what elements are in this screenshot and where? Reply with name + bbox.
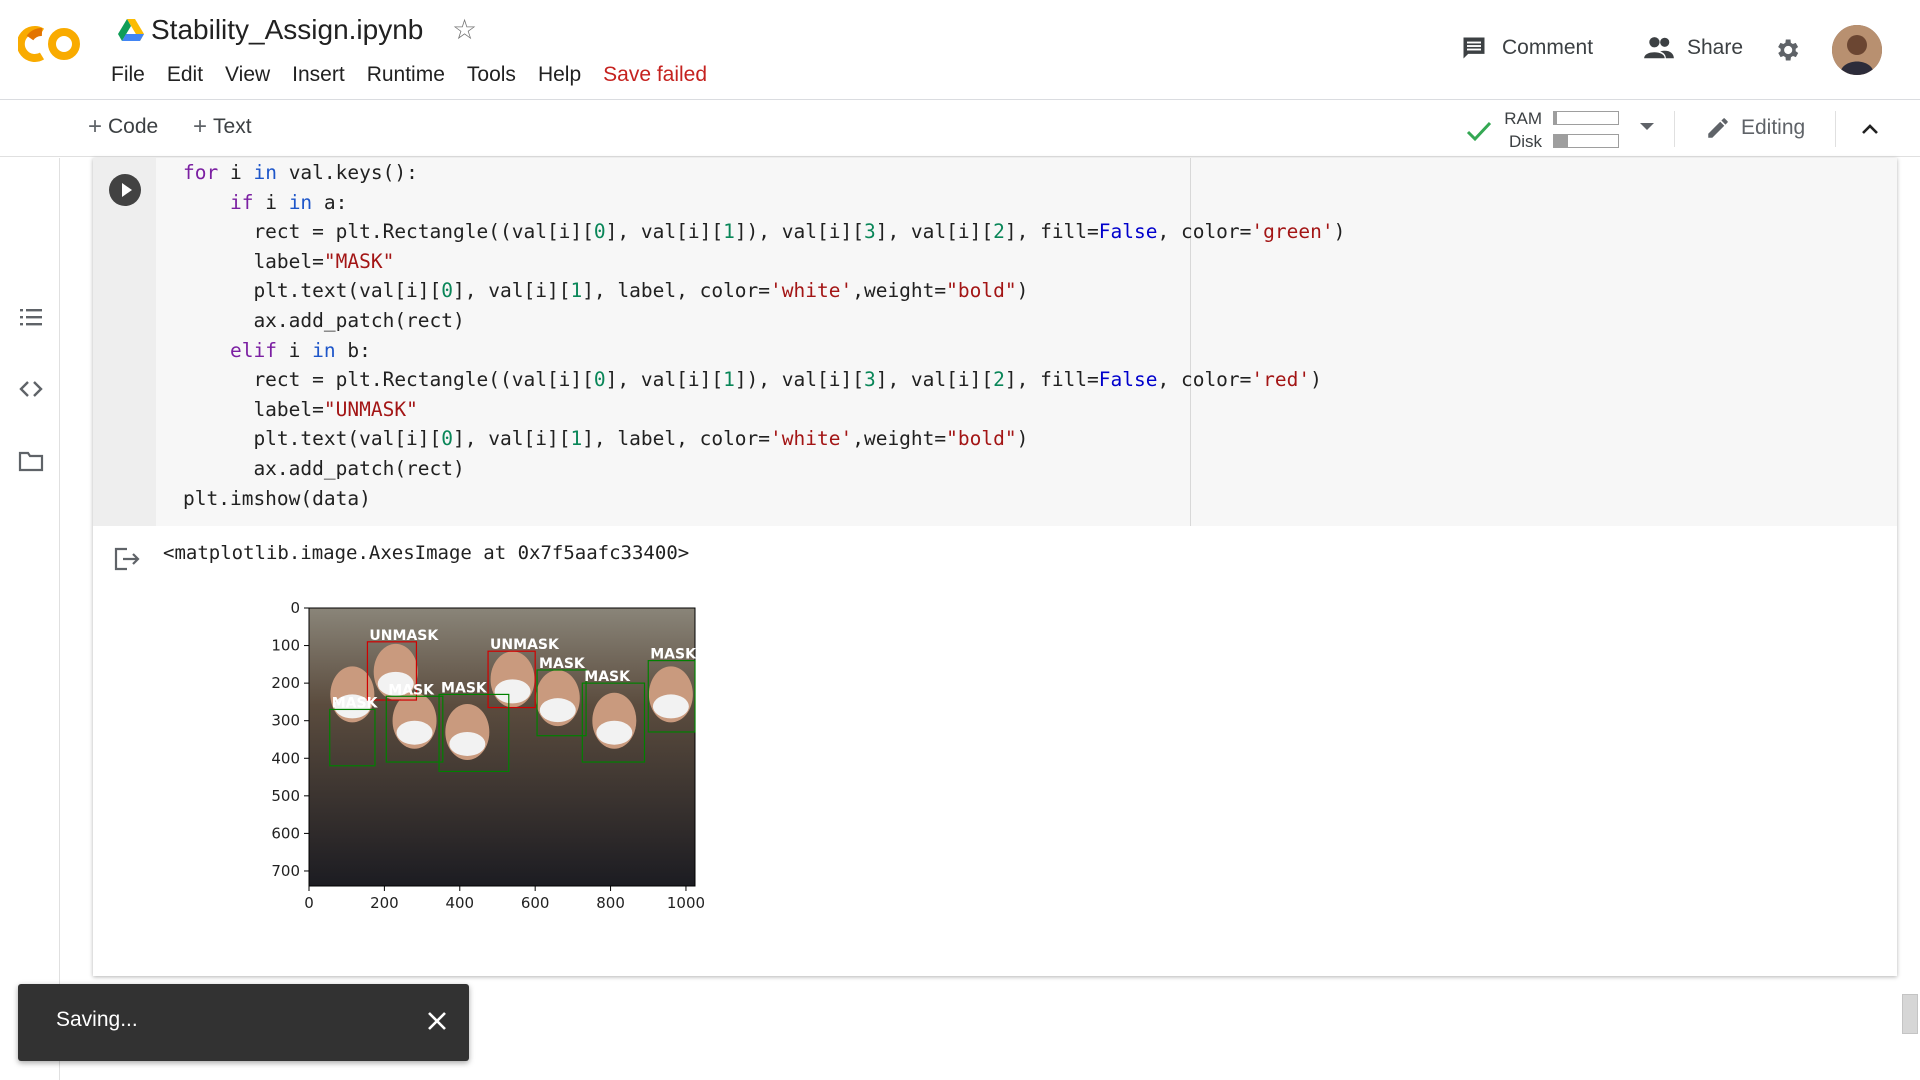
add-code-button[interactable]: + Code — [88, 115, 158, 139]
detection-label: MASK — [539, 656, 586, 672]
disk-usage-bar[interactable] — [1553, 134, 1619, 148]
code-snippets-icon[interactable] — [18, 376, 44, 402]
face-mask-shape — [494, 679, 531, 704]
detection-label: MASK — [584, 669, 631, 685]
ram-fill — [1554, 112, 1558, 124]
add-code-label: Code — [108, 115, 159, 138]
ram-label: RAM — [1504, 109, 1542, 128]
share-label: Share — [1687, 36, 1744, 59]
plus-icon: + — [193, 113, 208, 140]
star-icon[interactable]: ☆ — [452, 16, 477, 44]
left-sidebar — [0, 158, 60, 1080]
code-text[interactable]: for i in val.keys(): if i in a: rect = p… — [183, 158, 1345, 513]
avatar[interactable] — [1832, 25, 1882, 75]
face-mask-shape — [449, 731, 486, 756]
chevron-up-icon[interactable] — [1860, 119, 1880, 139]
plot-area: UNMASKUNMASKMASKMASK MASKMASKMASKMASK0 200… — [271, 599, 705, 912]
menu-runtime[interactable]: Runtime — [367, 63, 445, 87]
image-plot: UNMASKUNMASKMASKMASK MASKMASKMASKMASK0 200… — [271, 599, 705, 912]
table-of-contents-icon[interactable] — [18, 304, 44, 330]
y-tick-label: 0 — [290, 599, 300, 617]
disk-label: Disk — [1508, 132, 1542, 151]
editing-label: Editing — [1741, 116, 1806, 139]
code-cell[interactable]: for i in val.keys(): if i in a: rect = p… — [93, 158, 1897, 526]
chevron-down-icon[interactable] — [1640, 123, 1654, 130]
editing-mode-button[interactable]: Editing — [1705, 115, 1805, 141]
detection-label: MASK — [441, 680, 488, 696]
colab-logo[interactable] — [18, 24, 88, 64]
menu-tools[interactable]: Tools — [467, 63, 516, 87]
detection-label: UNMASK — [369, 628, 439, 644]
x-tick-label: 0 — [304, 894, 314, 912]
face-mask-shape — [652, 694, 689, 719]
y-tick-label: 500 — [271, 787, 300, 805]
y-tick-label: 300 — [271, 712, 300, 730]
face-mask-shape — [596, 720, 633, 745]
output-icon[interactable] — [113, 546, 141, 572]
comment-label: Comment — [1502, 36, 1594, 59]
notebook-title[interactable]: Stability_Assign.ipynb — [151, 14, 423, 46]
output-text: <matplotlib.image.AxesImage at 0x7f5aafc… — [163, 542, 690, 564]
scrollbar-thumb[interactable] — [1902, 994, 1918, 1034]
face-mask-shape — [539, 698, 576, 723]
x-tick-label: 1000 — [667, 894, 705, 912]
share-people-icon — [1644, 37, 1674, 59]
y-tick-label: 600 — [271, 824, 300, 842]
app-header: Stability_Assign.ipynb ☆ File Edit View … — [0, 0, 1920, 100]
menu-view[interactable]: View — [225, 63, 270, 87]
save-status[interactable]: Save failed — [603, 63, 707, 87]
y-tick-label: 400 — [271, 749, 300, 767]
menu-help[interactable]: Help — [538, 63, 581, 87]
notebook-toolbar: + Code + Text RAM Disk Editing — [0, 101, 1920, 157]
pencil-icon — [1708, 118, 1728, 138]
ram-usage-bar[interactable] — [1553, 111, 1619, 125]
x-tick-label: 600 — [521, 894, 550, 912]
comment-icon — [1463, 37, 1485, 59]
drive-icon[interactable] — [118, 18, 144, 42]
toolbar-divider — [1674, 111, 1675, 147]
toolbar-divider — [1835, 111, 1836, 147]
snackbar-text: Saving... — [56, 1008, 138, 1031]
gear-icon[interactable] — [1773, 36, 1801, 64]
code-editor[interactable]: for i in val.keys(): if i in a: rect = p… — [156, 158, 1897, 526]
menu-file[interactable]: File — [111, 63, 145, 87]
detection-label: MASK — [332, 695, 379, 711]
files-folder-icon[interactable] — [18, 448, 44, 474]
resource-labels[interactable]: RAM Disk — [1500, 107, 1542, 153]
comment-button[interactable]: Comment — [1460, 34, 1593, 62]
close-icon[interactable] — [422, 1006, 452, 1036]
menu-edit[interactable]: Edit — [167, 63, 203, 87]
connected-check-icon[interactable] — [1465, 119, 1493, 143]
menu-bar: File Edit View Insert Runtime Tools Help… — [111, 63, 729, 87]
x-tick-label: 400 — [445, 894, 474, 912]
x-tick-label: 200 — [370, 894, 399, 912]
cell-gutter — [93, 158, 156, 526]
add-text-label: Text — [213, 115, 252, 138]
disk-fill — [1554, 135, 1569, 147]
notebook-cell-container: for i in val.keys(): if i in a: rect = p… — [93, 158, 1897, 976]
detection-label: UNMASK — [490, 637, 560, 653]
detection-label: MASK — [388, 682, 435, 698]
y-tick-label: 700 — [271, 862, 300, 880]
x-tick-label: 800 — [596, 894, 625, 912]
y-tick-label: 200 — [271, 674, 300, 692]
saving-snackbar: Saving... — [18, 984, 469, 1061]
cell-output: <matplotlib.image.AxesImage at 0x7f5aafc… — [93, 526, 1897, 976]
face-mask-shape — [396, 720, 433, 745]
add-text-button[interactable]: + Text — [193, 115, 252, 139]
y-tick-label: 100 — [271, 637, 300, 655]
plus-icon: + — [88, 113, 103, 140]
menu-insert[interactable]: Insert — [292, 63, 345, 87]
detection-label: MASK — [650, 647, 697, 663]
run-cell-button[interactable] — [109, 174, 141, 206]
share-button[interactable]: Share — [1643, 34, 1743, 62]
